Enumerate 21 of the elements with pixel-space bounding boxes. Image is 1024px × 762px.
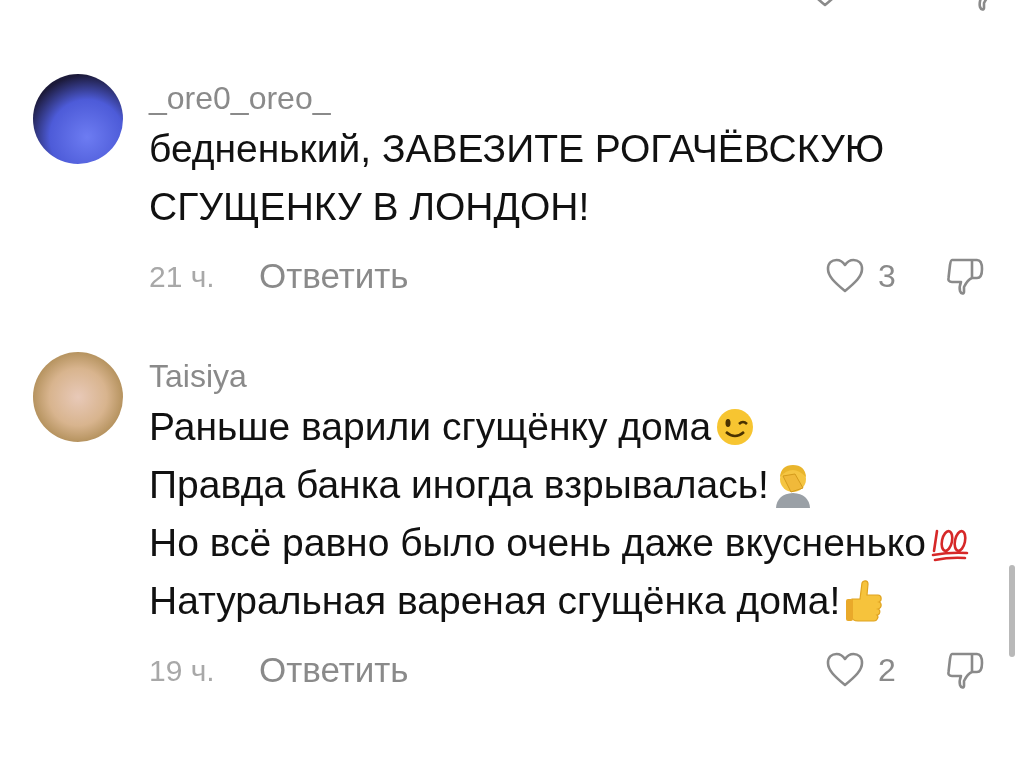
heart-icon[interactable] [826,258,864,294]
reply-link[interactable]: Ответить [259,249,409,303]
comment-time: 19 ч. [149,652,216,689]
dislike-icon[interactable] [946,256,984,296]
comment-text-line: СГУЩЕНКУ В ЛОНДОН! [149,184,590,230]
wink-emoji-icon [715,407,756,447]
comment-text-line: бедненький, ЗАВЕЗИТЕ РОГАЧЁВСКУЮ [149,126,885,172]
comment-time: 21 ч. [149,258,216,295]
thumbs-up-emoji-icon [844,579,885,623]
heart-icon[interactable] [826,652,864,688]
comment-text-line: Натуральная вареная сгущёнка дома! [149,578,841,624]
dislike-icon[interactable] [946,650,984,690]
username[interactable]: _ore0_oreo_ [149,82,331,114]
username[interactable]: Taisiya [149,360,247,392]
scrollbar[interactable] [1009,565,1015,657]
comment-text-line: Правда банка иногда взрывалась! [149,462,769,508]
comment-text-line: Раньше варили сгущёнку дома [149,404,712,450]
like-count: 3 [878,257,896,296]
like-count: 2 [878,651,896,690]
reply-link[interactable]: Ответить [259,643,409,697]
comment-text-line: Но всё равно было очень даже вкусненько [149,520,926,566]
